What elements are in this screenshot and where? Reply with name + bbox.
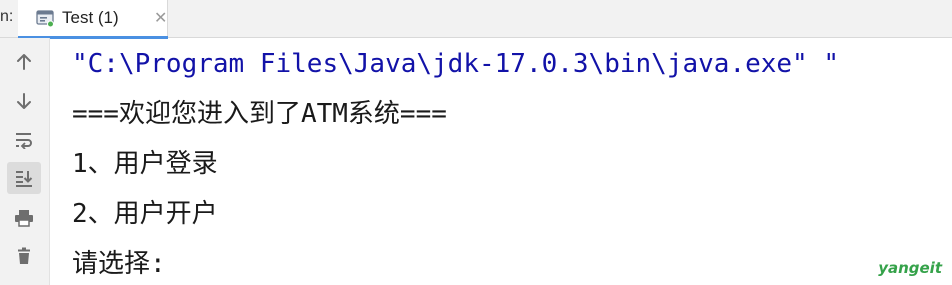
print-icon — [15, 210, 33, 227]
tab-label: Test (1) — [62, 8, 119, 27]
scroll-to-end-icon — [16, 171, 33, 187]
console-line: 1、用户登录 — [72, 149, 218, 179]
up-arrow-button[interactable] — [7, 46, 41, 78]
tab-test-1[interactable]: Test (1) ✕ — [18, 0, 168, 39]
run-console-icon — [36, 9, 54, 28]
tool-window-tab-bar: n: Test (1) ✕ — [0, 0, 952, 39]
console-line-command: "C:\Program Files\Java\jdk-17.0.3\bin\ja… — [72, 49, 840, 79]
soft-wrap-icon — [16, 133, 32, 149]
console-line: ===欢迎您进入到了ATM系统=== — [72, 99, 447, 129]
console-output[interactable]: "C:\Program Files\Java\jdk-17.0.3\bin\ja… — [72, 38, 952, 285]
down-arrow-button[interactable] — [7, 85, 41, 117]
arrow-up-icon — [17, 54, 31, 70]
console-line-prompt: 请选择: — [72, 249, 166, 279]
console-toolbar — [0, 38, 50, 285]
print-button[interactable] — [7, 202, 41, 234]
clear-all-button[interactable] — [7, 240, 41, 272]
close-icon[interactable]: ✕ — [154, 9, 167, 27]
watermark-logo: yangeit — [878, 259, 942, 277]
soft-wrap-button[interactable] — [7, 124, 41, 156]
scroll-to-end-button[interactable] — [7, 162, 41, 194]
arrow-down-icon — [17, 93, 31, 109]
trash-icon — [18, 247, 30, 264]
console-line: 2、用户开户 — [72, 199, 218, 229]
tab-bar-prefix: n: — [0, 8, 14, 25]
